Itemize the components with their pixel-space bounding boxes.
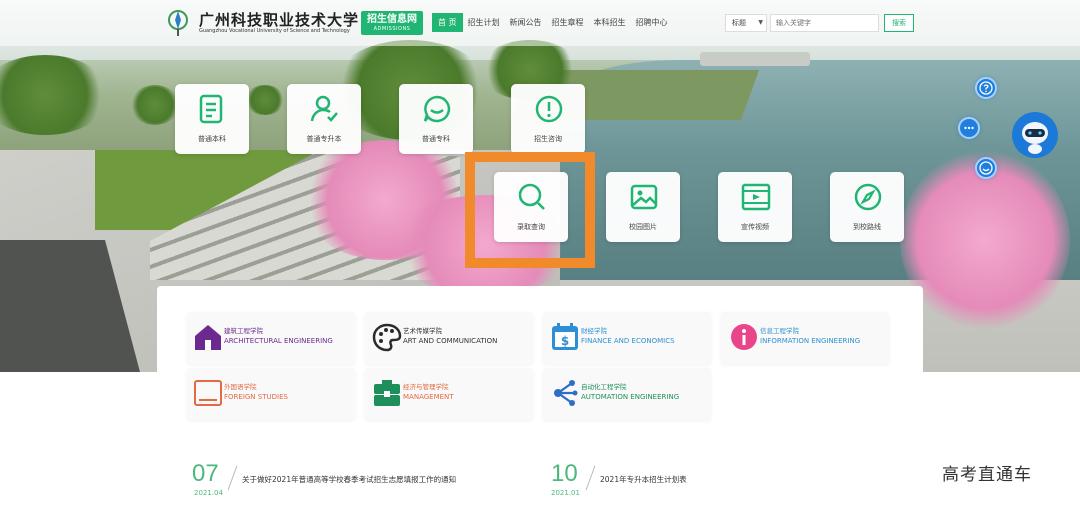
user-check-icon	[310, 95, 338, 122]
main-nav: 首 页 招生计划 新闻公告 招生章程 本科招生 招聘中心	[432, 13, 673, 32]
alert-icon	[535, 95, 563, 123]
tile-label: 普通专科	[422, 135, 450, 143]
tile-label: 宣传视频	[741, 223, 769, 231]
chat-float-button[interactable]	[958, 117, 980, 139]
question-icon	[979, 81, 993, 95]
tile-label: 普通本科	[198, 135, 226, 143]
college-automation-engineering[interactable]: 自动化工程学院 AUTOMATION ENGINEERING	[550, 377, 710, 411]
calendar-dollar-icon: $	[552, 323, 578, 350]
college-name-en: AUTOMATION ENGINEERING	[581, 393, 680, 401]
palette-icon	[372, 323, 402, 352]
college-finance-economics[interactable]: $ 财经学院 FINANCE AND ECONOMICS	[550, 321, 710, 355]
search-input[interactable]	[770, 14, 879, 32]
news-link[interactable]: 关于做好2021年普通高等学校春季考试招生志愿填报工作的通知	[242, 474, 456, 485]
nav-enrollment-plan[interactable]: 招生计划	[463, 13, 505, 32]
college-name-en: FINANCE AND ECONOMICS	[581, 337, 675, 345]
more-icon	[964, 126, 974, 130]
college-foreign-studies[interactable]: 外国语学院 FOREIGN STUDIES	[193, 377, 353, 411]
nav-news[interactable]: 新闻公告	[505, 13, 547, 32]
college-name-en: MANAGEMENT	[403, 393, 454, 401]
video-icon	[741, 183, 771, 211]
news-link[interactable]: 2021年专升本招生计划表	[600, 474, 687, 485]
college-name-cn: 信息工程学院	[760, 327, 799, 335]
message-float-button[interactable]	[975, 157, 997, 179]
nav-home[interactable]: 首 页	[432, 13, 463, 32]
toolbox-icon	[374, 380, 400, 406]
college-architectural-engineering[interactable]: 建筑工程学院 ARCHITECTURAL ENGINEERING	[193, 321, 353, 355]
tile-label: 普通专升本	[306, 135, 342, 143]
book-icon	[194, 380, 222, 406]
tile-regular-college[interactable]: 普通专科	[399, 84, 473, 154]
news-day: 07	[192, 460, 219, 487]
smile-icon	[979, 161, 993, 175]
nav-recruitment[interactable]: 招聘中心	[631, 13, 673, 32]
college-information-engineering[interactable]: 信息工程学院 INFORMATION ENGINEERING	[729, 321, 889, 355]
nav-undergraduate[interactable]: 本科招生	[589, 13, 631, 32]
document-icon	[199, 94, 223, 124]
search-button[interactable]: 搜索	[884, 14, 914, 32]
college-name-en: INFORMATION ENGINEERING	[760, 337, 861, 345]
college-art-communication[interactable]: 艺术传媒学院 ART AND COMMUNICATION	[372, 321, 532, 355]
highlight-annotation-box	[465, 152, 595, 268]
chevron-down-icon: ▼	[758, 19, 763, 26]
tile-regular-undergraduate[interactable]: 普通本科	[175, 84, 249, 154]
university-logo-icon[interactable]	[166, 7, 192, 37]
tile-route-to-school[interactable]: 到校路线	[830, 172, 904, 242]
tile-admission-consult[interactable]: 招生咨询	[511, 84, 585, 154]
news-date: 2021.04	[194, 489, 223, 497]
tile-promo-video[interactable]: 宣传视频	[718, 172, 792, 242]
tile-label: 招生咨询	[534, 135, 562, 143]
news-day: 10	[551, 460, 578, 487]
admissions-badge-cn: 招生信息网	[367, 14, 417, 25]
tile-label: 到校路线	[853, 223, 881, 231]
top-header: 广州科技职业技术大学 Guangzhou Vocational Universi…	[0, 0, 1080, 46]
college-name-en: FOREIGN STUDIES	[224, 393, 288, 401]
university-name-en: Guangzhou Vocational University of Scien…	[199, 28, 350, 34]
college-name-cn: 经济与管理学院	[403, 383, 449, 391]
admissions-badge-en: ADMISSIONS	[373, 26, 411, 32]
svg-text:$: $	[561, 334, 569, 348]
college-management[interactable]: 经济与管理学院 MANAGEMENT	[372, 377, 532, 411]
college-name-en: ART AND COMMUNICATION	[403, 337, 498, 345]
help-float-button[interactable]	[975, 77, 997, 99]
college-name-cn: 建筑工程学院	[224, 327, 263, 335]
college-name-cn: 艺术传媒学院	[403, 327, 442, 335]
image-icon	[630, 184, 658, 210]
tile-campus-photos[interactable]: 校园图片	[606, 172, 680, 242]
admissions-badge[interactable]: 招生信息网 ADMISSIONS	[361, 11, 423, 35]
college-name-cn: 财经学院	[581, 327, 607, 335]
tile-upgrade-undergraduate[interactable]: 普通专升本	[287, 84, 361, 154]
network-icon	[554, 380, 578, 406]
search-type-select[interactable]: 标题 ▼	[725, 14, 767, 32]
robot-icon	[1022, 122, 1048, 154]
nav-regulations[interactable]: 招生章程	[547, 13, 589, 32]
house-icon	[195, 325, 221, 350]
info-icon	[731, 324, 757, 350]
chat-icon	[423, 95, 451, 123]
compass-icon	[854, 183, 882, 211]
college-name-cn: 外国语学院	[224, 383, 257, 391]
news-date: 2021.01	[551, 489, 580, 497]
search-type-value: 标题	[732, 19, 746, 27]
watermark-text: 高考直通车	[942, 465, 1032, 485]
tile-label: 校园图片	[629, 223, 657, 231]
college-name-en: ARCHITECTURAL ENGINEERING	[224, 337, 333, 345]
robot-assistant-button[interactable]	[1012, 112, 1058, 158]
university-name-cn[interactable]: 广州科技职业技术大学	[199, 9, 359, 30]
college-name-cn: 自动化工程学院	[581, 383, 627, 391]
